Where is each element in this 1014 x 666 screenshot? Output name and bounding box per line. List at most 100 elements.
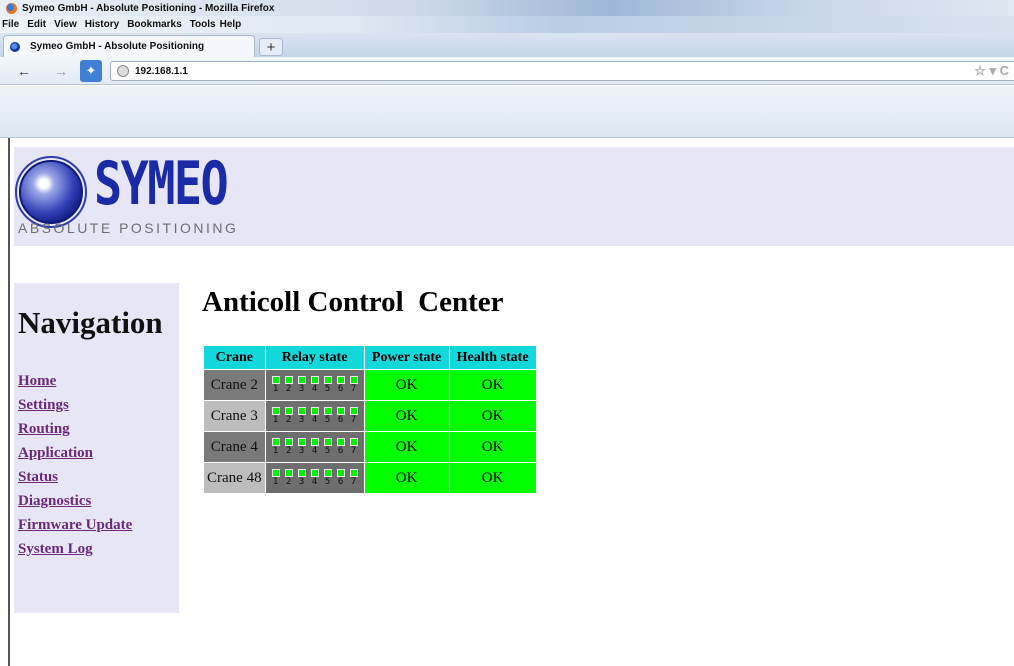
relay-led: 3 — [296, 407, 307, 425]
menu-file[interactable]: File — [2, 19, 19, 30]
relay-led-indicator — [284, 469, 293, 477]
table-row: Crane 4 1234567 OK OK — [204, 432, 536, 462]
tab-strip: Symeo GmbH - Absolute Positioning + — [0, 33, 1014, 57]
nav-link-settings[interactable]: Settings — [18, 397, 69, 413]
menu-bookmarks[interactable]: Bookmarks — [127, 19, 181, 30]
relay-led-indicator — [271, 469, 280, 477]
window-border — [8, 138, 10, 666]
relay-led-indicator — [323, 469, 332, 477]
relay-led: 6 — [335, 376, 346, 394]
relay-led: 4 — [309, 407, 320, 425]
relay-led-indicator — [284, 438, 293, 446]
relay-led-indicator — [297, 438, 306, 446]
power-state: OK — [364, 432, 449, 462]
relay-led-indicator — [310, 376, 319, 384]
home-icon[interactable]: ✦ — [80, 60, 102, 82]
relay-indicator: 1234567 — [265, 370, 364, 400]
relay-led: 7 — [348, 469, 359, 487]
relay-led: 1 — [270, 407, 281, 425]
relay-led: 2 — [283, 438, 294, 456]
nav-link-diagnostics[interactable]: Diagnostics — [18, 493, 91, 509]
power-state: OK — [364, 401, 449, 431]
bookmarks-toolbar — [0, 86, 1014, 138]
relay-led-indicator — [284, 407, 293, 415]
crane-name: Crane 2 — [204, 370, 265, 400]
back-icon[interactable]: ← — [14, 61, 34, 81]
relay-led: 5 — [322, 376, 333, 394]
firefox-icon — [6, 2, 17, 14]
relay-leds: 1234567 — [266, 376, 364, 394]
relay-number: 4 — [311, 477, 318, 487]
table-row: Crane 3 1234567 OK OK — [204, 401, 536, 431]
relay-led: 5 — [322, 407, 333, 425]
window-titlebar: Symeo GmbH - Absolute Positioning - Mozi… — [0, 0, 1014, 16]
relay-led-indicator — [271, 407, 280, 415]
favicon-icon — [10, 41, 20, 52]
relay-led: 2 — [283, 469, 294, 487]
bookmark-star-icon[interactable]: ☆ ▾ C — [974, 63, 1009, 79]
page-header: SYMEO ABSOLUTE POSITIONING — [14, 147, 1014, 246]
relay-led-indicator — [297, 407, 306, 415]
health-state: OK — [449, 370, 536, 400]
relay-leds: 1234567 — [266, 438, 364, 456]
logo-tagline: ABSOLUTE POSITIONING — [18, 220, 239, 236]
relay-led: 3 — [296, 376, 307, 394]
relay-number: 7 — [350, 415, 357, 425]
relay-number: 4 — [311, 446, 318, 456]
menu-tools[interactable]: Tools — [190, 19, 216, 30]
crane-name: Crane 3 — [204, 401, 265, 431]
relay-number: 5 — [324, 384, 331, 394]
relay-led: 2 — [283, 407, 294, 425]
url-bar[interactable]: 192.168.1.1 ☆ ▾ C — [110, 61, 1014, 81]
relay-led-indicator — [271, 438, 280, 446]
relay-led: 2 — [283, 376, 294, 394]
relay-number: 4 — [311, 384, 318, 394]
relay-number: 6 — [337, 384, 344, 394]
navigation-heading: Navigation — [18, 305, 163, 340]
new-tab-button[interactable]: + — [259, 38, 283, 56]
relay-led-indicator — [323, 407, 332, 415]
menu-history[interactable]: History — [85, 19, 119, 30]
nav-link-routing[interactable]: Routing — [18, 421, 70, 437]
relay-number: 2 — [285, 477, 292, 487]
relay-led-indicator — [310, 407, 319, 415]
relay-led-indicator — [336, 469, 345, 477]
logo-sphere-icon — [19, 160, 83, 224]
relay-led-indicator — [349, 438, 358, 446]
forward-icon[interactable]: → — [52, 61, 70, 81]
relay-number: 1 — [272, 384, 279, 394]
nav-link-status[interactable]: Status — [18, 469, 58, 485]
relay-led-indicator — [310, 438, 319, 446]
nav-link-home[interactable]: Home — [18, 373, 56, 389]
relay-led: 5 — [322, 438, 333, 456]
navigation-list: Home Settings Routing Application Status… — [18, 372, 132, 564]
relay-number: 5 — [324, 415, 331, 425]
relay-led: 3 — [296, 469, 307, 487]
relay-number: 1 — [272, 477, 279, 487]
nav-link-firmware-update[interactable]: Firmware Update — [18, 517, 132, 533]
crane-status-table: Crane Relay state Power state Health sta… — [203, 345, 537, 494]
logo-wordmark: SYMEO — [94, 149, 229, 219]
nav-link-system-log[interactable]: System Log — [18, 541, 93, 557]
relay-indicator: 1234567 — [265, 401, 364, 431]
relay-number: 6 — [337, 477, 344, 487]
relay-number: 3 — [298, 384, 305, 394]
relay-number: 2 — [285, 384, 292, 394]
relay-led: 1 — [270, 438, 281, 456]
relay-led: 5 — [322, 469, 333, 487]
relay-led: 6 — [335, 469, 346, 487]
browser-tab[interactable]: Symeo GmbH - Absolute Positioning — [3, 35, 255, 57]
column-header-power-state: Power state — [364, 346, 449, 369]
relay-number: 6 — [337, 415, 344, 425]
menu-edit[interactable]: Edit — [27, 19, 46, 30]
relay-leds: 1234567 — [266, 407, 364, 425]
menu-help[interactable]: Help — [220, 19, 242, 30]
globe-icon — [117, 65, 129, 77]
nav-link-application[interactable]: Application — [18, 445, 93, 461]
menu-view[interactable]: View — [54, 19, 77, 30]
column-header-crane: Crane — [204, 346, 265, 369]
relay-led: 1 — [270, 376, 281, 394]
crane-name: Crane 48 — [204, 463, 265, 493]
relay-led: 6 — [335, 407, 346, 425]
relay-number: 3 — [298, 446, 305, 456]
